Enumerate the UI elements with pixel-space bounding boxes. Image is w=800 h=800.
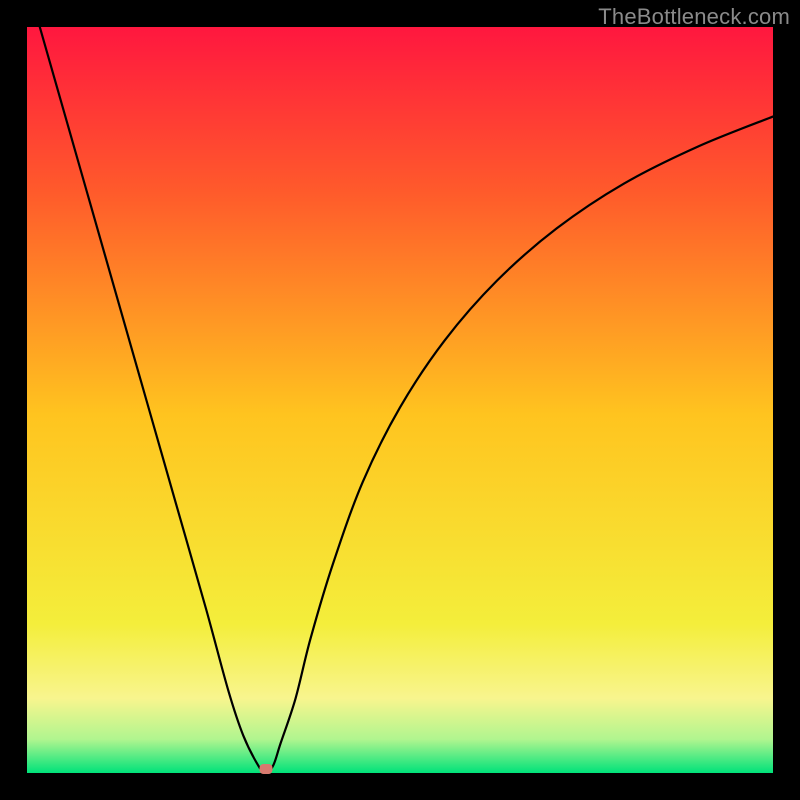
minimum-marker	[259, 764, 272, 774]
chart-frame	[27, 27, 773, 773]
chart-background-gradient	[27, 27, 773, 773]
chart-canvas	[27, 27, 773, 773]
watermark-text: TheBottleneck.com	[598, 4, 790, 30]
